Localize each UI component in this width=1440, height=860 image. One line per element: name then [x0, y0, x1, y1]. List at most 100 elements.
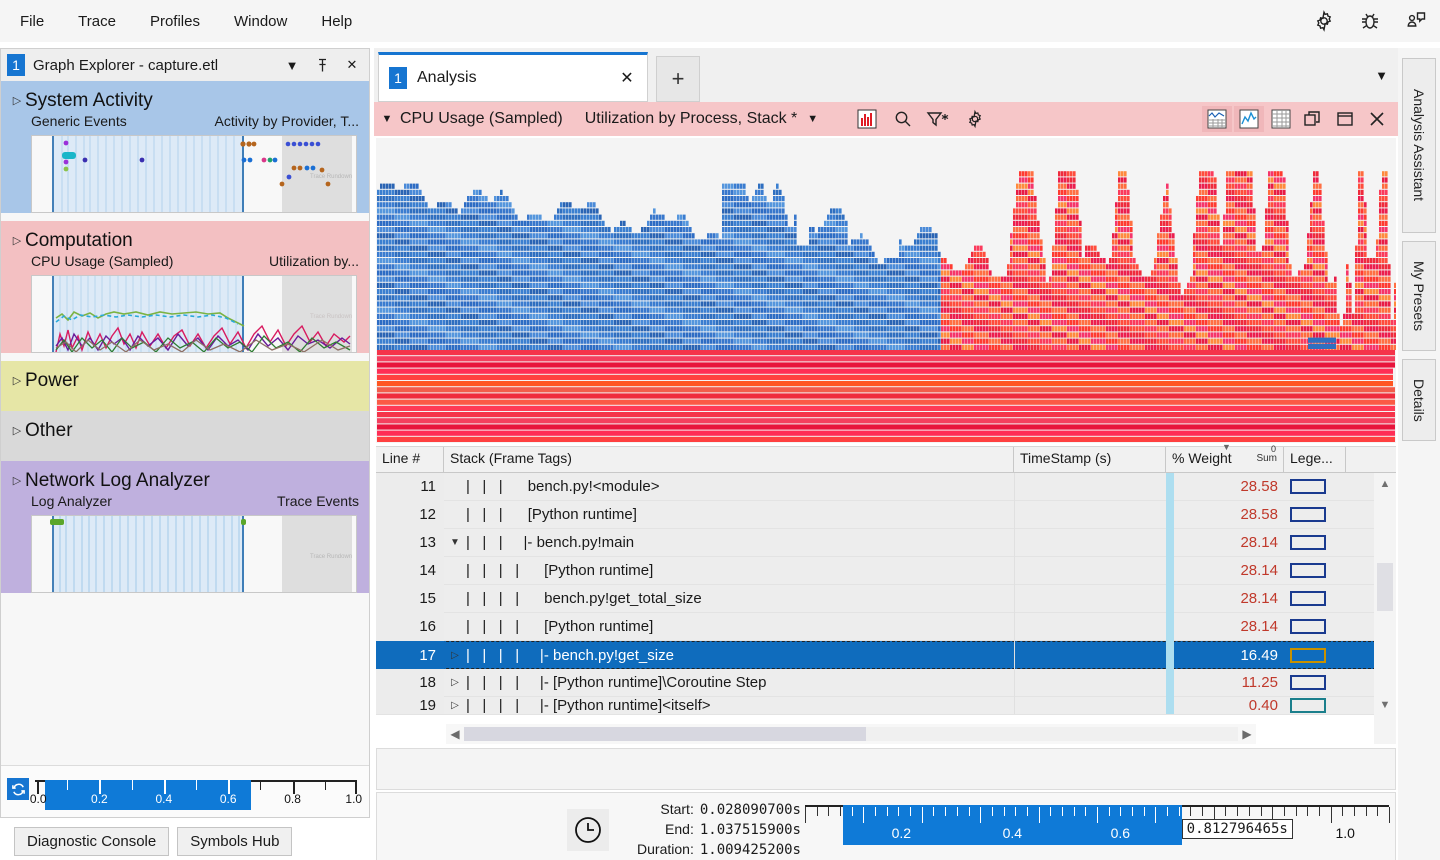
table-row[interactable]: 16| | | | [Python runtime]28.14 [376, 613, 1396, 641]
rail-tab-analysis-assistant[interactable]: Analysis Assistant [1402, 58, 1436, 233]
table-horizontal-scrollbar[interactable]: ◀ ▶ [446, 724, 1256, 744]
gear-icon[interactable] [1310, 7, 1338, 35]
table-row[interactable]: 17▷| | | | |- bench.py!get_size16.49 [376, 641, 1396, 669]
table-row[interactable]: 14| | | | [Python runtime]28.14 [376, 557, 1396, 585]
graph-and-table-icon[interactable] [1202, 106, 1232, 132]
flame-chart-icon[interactable] [852, 106, 882, 132]
feedback-icon[interactable] [1402, 7, 1430, 35]
menu-profiles[interactable]: Profiles [136, 9, 214, 34]
start-label: Start: [660, 801, 693, 817]
cell-stack: | | | | [Python runtime] [466, 613, 1014, 641]
row-expander-icon[interactable]: ▷ [444, 641, 466, 669]
table-row[interactable]: 13▼| | | |- bench.py!main28.14 [376, 529, 1396, 557]
expander-triangle-icon[interactable]: ▷ [9, 419, 25, 441]
close-icon[interactable]: ✕ [341, 54, 363, 76]
category-header[interactable]: ▷ System Activity [1, 87, 369, 113]
maximize-icon[interactable] [1330, 106, 1360, 132]
start-row: Start: 0.028090700s [613, 801, 801, 821]
column-header-line[interactable]: Line # [376, 447, 444, 472]
table-body[interactable]: 11| | | bench.py!<module>28.5812| | | [P… [376, 473, 1396, 715]
expander-triangle-icon[interactable]: ▷ [9, 469, 25, 491]
thumbnail-cpu-graph[interactable]: Trace Rundown [31, 275, 357, 353]
row-expander-icon[interactable]: ▷ [444, 669, 466, 697]
close-icon[interactable] [1362, 106, 1392, 132]
preset-chevron-down-icon[interactable]: ▼ [807, 113, 818, 125]
row-expander-icon[interactable]: ▷ [444, 697, 466, 715]
tab-analysis[interactable]: 1 Analysis ✕ [378, 52, 648, 102]
cell-weight: 28.14 [1174, 585, 1284, 613]
cpu-utilization-graph[interactable] [376, 138, 1396, 443]
table-vertical-scrollbar[interactable]: ▲ ▼ [1374, 473, 1396, 744]
legend-swatch [1290, 648, 1326, 663]
column-header-timestamp[interactable]: TimeStamp (s) [1014, 447, 1166, 472]
pin-icon[interactable] [311, 54, 333, 76]
menu-trace[interactable]: Trace [64, 9, 130, 34]
category-header[interactable]: ▷ Network Log Analyzer [1, 467, 369, 493]
hscroll-right-arrow-icon[interactable]: ▶ [1238, 727, 1256, 741]
settings-icon[interactable] [960, 106, 990, 132]
column-header-weight[interactable]: % Weight ▼ 0 Sum [1166, 447, 1284, 472]
category-system-activity[interactable]: ▷ System Activity Generic Events Activit… [1, 81, 369, 213]
rail-tab-my-presets[interactable]: My Presets [1402, 241, 1436, 351]
hscroll-track[interactable] [464, 727, 1238, 741]
rail-tab-details[interactable]: Details [1402, 359, 1436, 441]
category-header[interactable]: ▷ Power [1, 367, 369, 411]
selection-timeline[interactable]: 0.2 0.4 0.6 1.0 0.812796465s [805, 801, 1389, 857]
graph-explorer-list[interactable]: ▷ System Activity Generic Events Activit… [1, 81, 369, 765]
filter-icon[interactable] [924, 106, 954, 132]
category-header[interactable]: ▷ Computation [1, 227, 369, 253]
refresh-icon[interactable] [7, 778, 29, 800]
chevron-down-icon[interactable]: ▼ [281, 54, 303, 76]
sort-caret-icon: ▼ [1222, 442, 1231, 452]
explorer-time-ruler[interactable]: 0.0 0.2 0.4 0.6 0.8 1.0 [1, 765, 369, 817]
table-row[interactable]: 15| | | | bench.py!get_total_size28.14 [376, 585, 1396, 613]
table-row[interactable]: 11| | | bench.py!<module>28.58 [376, 473, 1396, 501]
view-preset-label[interactable]: Utilization by Process, Stack * [585, 110, 798, 128]
row-expander-icon[interactable] [444, 557, 466, 585]
tab-overflow-icon[interactable]: ▼ [1375, 68, 1388, 83]
ruler-track[interactable]: 0.0 0.2 0.4 0.6 0.8 1.0 [35, 776, 357, 810]
table-row[interactable]: 18▷| | | | |- [Python runtime]\Coroutine… [376, 669, 1396, 697]
row-expander-icon[interactable] [444, 613, 466, 641]
vscroll-thumb[interactable] [1377, 563, 1393, 611]
column-header-legend[interactable]: Lege... [1284, 447, 1346, 472]
new-tab-button[interactable]: + [656, 56, 700, 102]
timeline-cursor-tooltip: 0.812796465s [1182, 819, 1293, 839]
menu-file[interactable]: File [6, 9, 58, 34]
thumbnail-log-graph[interactable]: Trace Rundown [31, 515, 357, 593]
row-expander-icon[interactable] [444, 585, 466, 613]
column-header-stack[interactable]: Stack (Frame Tags) [444, 447, 1014, 472]
category-other[interactable]: ▷ Other [1, 411, 369, 461]
table-only-icon[interactable] [1266, 106, 1296, 132]
tab-close-icon[interactable]: ✕ [617, 68, 637, 88]
category-header[interactable]: ▷ Other [1, 417, 369, 461]
table-row[interactable]: 12| | | [Python runtime]28.58 [376, 501, 1396, 529]
category-computation[interactable]: ▷ Computation CPU Usage (Sampled) Utiliz… [1, 221, 369, 353]
row-expander-icon[interactable] [444, 501, 466, 529]
graph-only-icon[interactable] [1234, 106, 1264, 132]
menu-help[interactable]: Help [307, 9, 366, 34]
category-power[interactable]: ▷ Power [1, 361, 369, 411]
table-row[interactable]: 19▷| | | | |- [Python runtime]<itself>0.… [376, 697, 1396, 715]
end-label: End: [665, 821, 694, 837]
row-expander-icon[interactable] [444, 473, 466, 501]
hscroll-left-arrow-icon[interactable]: ◀ [446, 727, 464, 741]
symbols-hub-button[interactable]: Symbols Hub [177, 827, 292, 856]
category-network-log-analyzer[interactable]: ▷ Network Log Analyzer Log Analyzer Trac… [1, 461, 369, 593]
scroll-down-arrow-icon[interactable]: ▼ [1374, 694, 1396, 716]
hscroll-thumb[interactable] [464, 727, 866, 741]
menu-window[interactable]: Window [220, 9, 301, 34]
expander-triangle-icon[interactable]: ▷ [9, 369, 25, 391]
search-icon[interactable] [888, 106, 918, 132]
diagnostic-console-button[interactable]: Diagnostic Console [14, 827, 169, 856]
restore-icon[interactable] [1298, 106, 1328, 132]
thumbnail-scatter-graph[interactable]: Trace Rundown [31, 135, 357, 213]
bug-icon[interactable] [1356, 7, 1384, 35]
view-collapse-icon[interactable]: ▼ [374, 113, 400, 125]
expander-triangle-icon[interactable]: ▷ [9, 89, 25, 111]
expander-triangle-icon[interactable]: ▷ [9, 229, 25, 251]
stack-table: Line # Stack (Frame Tags) TimeStamp (s) … [376, 446, 1396, 744]
selection-marker [1166, 613, 1174, 641]
scroll-up-arrow-icon[interactable]: ▲ [1374, 473, 1396, 495]
row-expander-icon[interactable]: ▼ [444, 529, 466, 557]
